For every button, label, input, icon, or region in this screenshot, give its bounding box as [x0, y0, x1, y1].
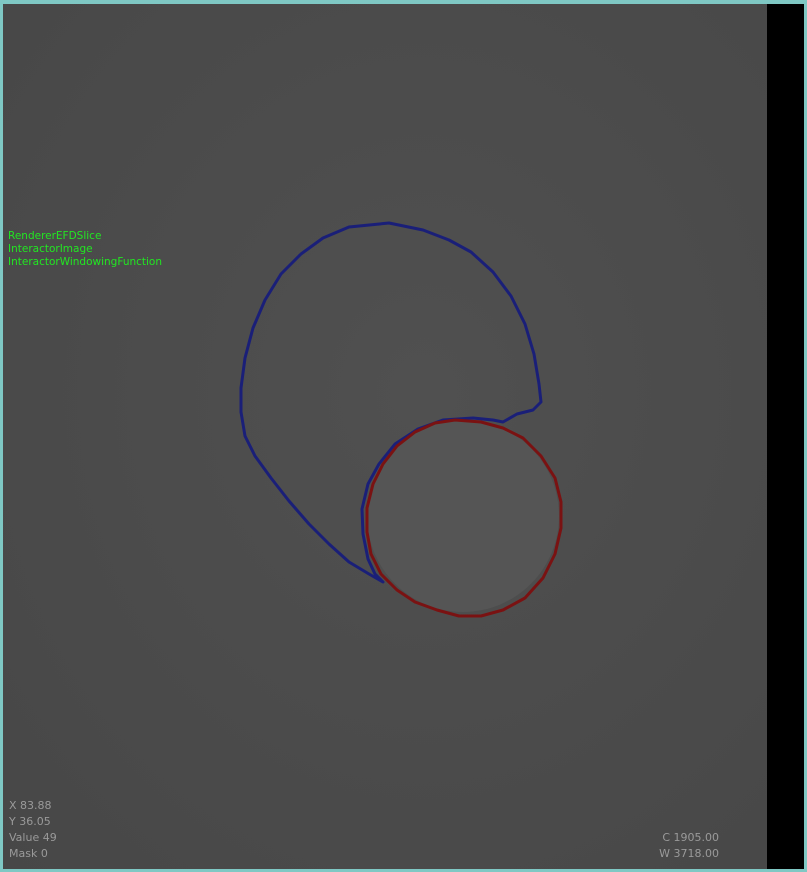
mask-value: 0 [40, 847, 48, 860]
cursor-info: X 83.88 Y 36.05 Value 49 Mask 0 [9, 798, 57, 862]
cursor-x-label: X [9, 799, 17, 812]
interactor-image-label: InteractorImage [8, 243, 93, 255]
cursor-x-value: 83.88 [20, 799, 52, 812]
window-width-value: 3718.00 [673, 847, 720, 860]
window-center-label: C [662, 831, 670, 844]
mask-label: Mask [9, 847, 38, 860]
mask-row: Mask 0 [9, 846, 57, 862]
window-level-info: C 1905.00 W 3718.00 [659, 830, 719, 862]
cursor-y-label: Y [9, 815, 16, 828]
pixel-value: 49 [42, 831, 57, 844]
viewer-side-strip [767, 4, 804, 869]
interactor-windowing-label: InteractorWindowingFunction [8, 256, 163, 268]
pixel-value-label: Value [9, 831, 40, 844]
window-center-value: 1905.00 [673, 831, 720, 844]
interactor-list: RendererEFDSlice InteractorImage Interac… [8, 230, 162, 269]
cursor-x-row: X 83.88 [9, 798, 57, 814]
cursor-y-row: Y 36.05 [9, 814, 57, 830]
slice-image[interactable] [3, 4, 767, 869]
window-width-row: W 3718.00 [659, 846, 719, 862]
slice-viewport[interactable]: RendererEFDSlice InteractorImage Interac… [3, 4, 767, 869]
image-viewer[interactable]: RendererEFDSlice InteractorImage Interac… [0, 0, 807, 872]
window-width-label: W [659, 847, 670, 860]
window-center-row: C 1905.00 [659, 830, 719, 846]
interactor-renderer-label: RendererEFDSlice [8, 230, 102, 242]
pixel-value-row: Value 49 [9, 830, 57, 846]
cursor-y-value: 36.05 [19, 815, 51, 828]
